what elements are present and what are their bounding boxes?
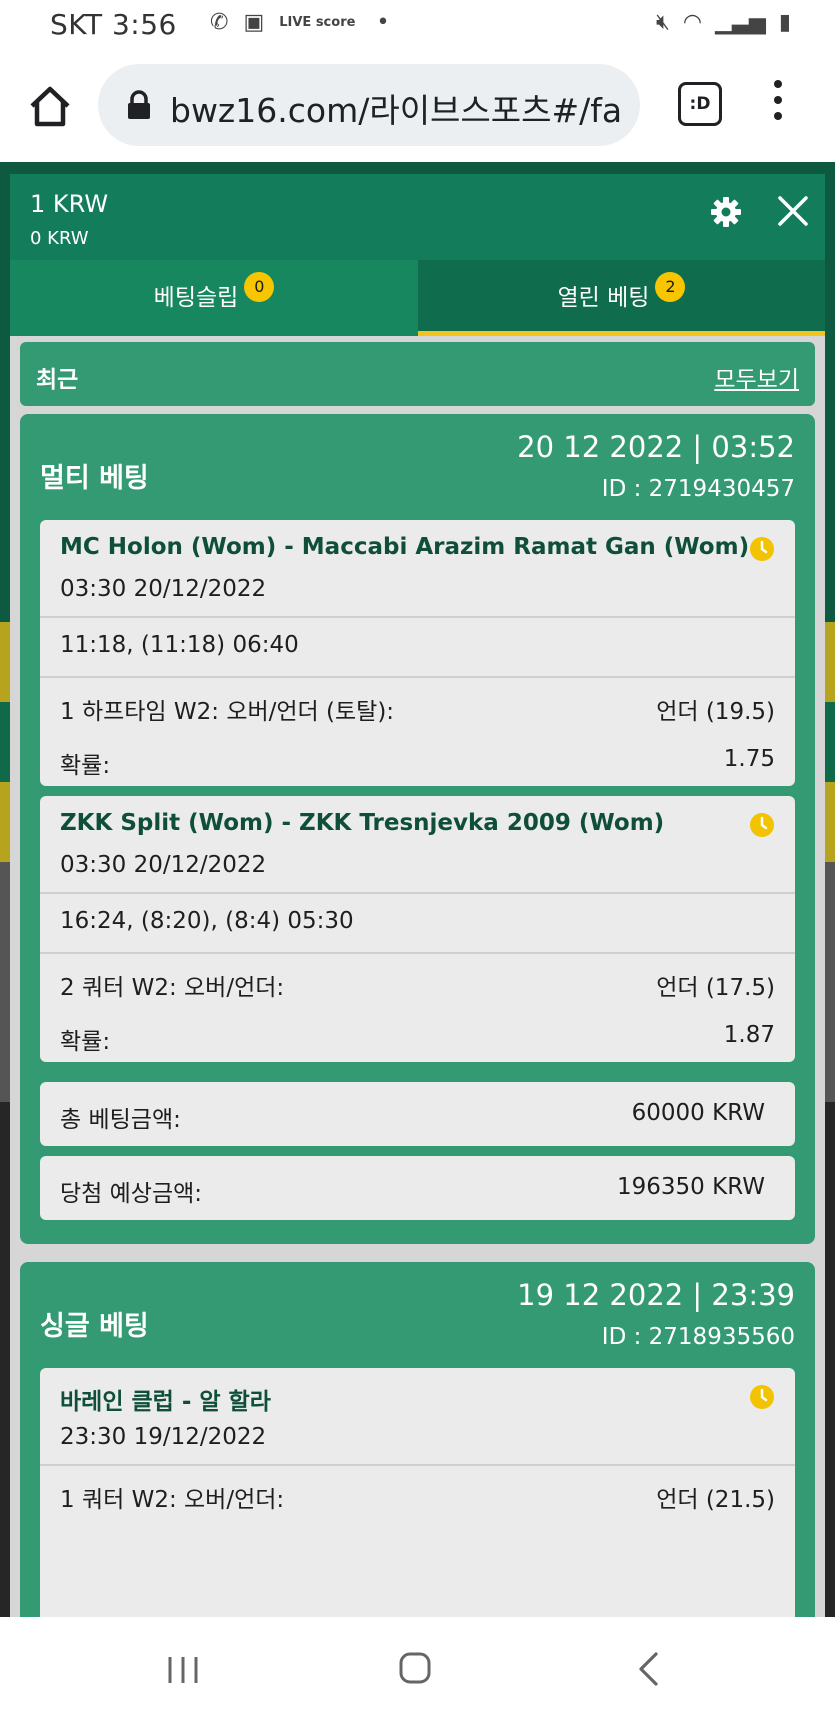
tab-open-bets[interactable]: 열린 베팅 2 [418, 260, 825, 336]
tab-betslip[interactable]: 베팅슬립 0 [10, 260, 418, 336]
tab-label: 열린 베팅 [557, 285, 650, 311]
event-time: 23:30 19/12/2022 [60, 1424, 267, 1450]
address-bar[interactable]: bwz16.com/라이브스포츠#/fa [98, 64, 640, 146]
event-card: 바레인 클럽 - 알 할라 23:30 19/12/2022 1 쿼터 W2: … [40, 1368, 795, 1617]
gear-icon[interactable] [710, 196, 742, 228]
bet-card: 싱글 베팅 19 12 2022 | 23:39 ID : 2718935560… [20, 1262, 815, 1617]
balance-main: 1 KRW [30, 190, 109, 218]
divider [40, 676, 795, 678]
total-stake-row: 총 베팅금액: 60000 KRW [40, 1082, 795, 1146]
clock-icon [750, 537, 774, 561]
browser-toolbar: bwz16.com/라이브스포츠#/fa :D [0, 52, 835, 162]
odds-label: 확률: [60, 753, 111, 779]
event-title: 바레인 클럽 - 알 할라 [60, 1389, 271, 1415]
view-all-link[interactable]: 모두보기 [714, 360, 799, 394]
more-menu-icon[interactable] [768, 80, 788, 130]
event-score: 11:18, (11:18) 06:40 [60, 632, 299, 658]
event-time: 03:30 20/12/2022 [60, 576, 267, 602]
bet-tabs: 베팅슬립 0 열린 베팅 2 [10, 260, 825, 336]
home-nav-icon[interactable] [398, 1651, 432, 1685]
tab-label: 베팅슬립 [153, 285, 239, 311]
close-icon[interactable] [776, 194, 810, 228]
divider [40, 952, 795, 954]
event-time: 03:30 20/12/2022 [60, 852, 267, 878]
vibrate-icon: ✆ [210, 10, 229, 35]
event-score: 16:24, (8:20), (8:4) 05:30 [60, 908, 354, 934]
page-viewport: 1 KRW 0 KRW 베팅슬립 0 열린 베팅 2 최근 모두보기 멀티 베팅… [0, 162, 835, 1617]
market-label: 1 하프타임 W2: 오버/언더 (토탈): [60, 699, 395, 725]
url-text[interactable]: bwz16.com/라이브스포츠#/fa [170, 84, 630, 132]
divider [40, 1464, 795, 1466]
bet-id: ID : 2719430457 [601, 476, 795, 502]
recent-label: 최근 [36, 367, 79, 393]
event-title: MC Holon (Wom) - Maccabi Arazim Ramat Ga… [60, 534, 750, 560]
potential-payout-label: 당첨 예상금액: [60, 1181, 203, 1207]
count-badge: 0 [244, 272, 275, 302]
status-bar: SKT 3:56 ✆ ▣ LIVE score • 🔇︎ ◠ ▁▃▅ ▮ [0, 0, 835, 52]
status-time: SKT 3:56 [50, 8, 177, 41]
bet-datetime: 20 12 2022 | 03:52 [517, 430, 795, 464]
event-title: ZKK Split (Wom) - ZKK Tresnjevka 2009 (W… [60, 810, 665, 836]
count-badge: 2 [655, 272, 686, 302]
clock-icon [750, 1385, 774, 1409]
market-label: 2 쿼터 W2: 오버/언더: [60, 975, 285, 1001]
potential-payout-value: 196350 KRW [617, 1174, 765, 1200]
potential-payout-row: 당첨 예상금액: 196350 KRW [40, 1156, 795, 1220]
recent-apps-icon[interactable] [166, 1655, 200, 1685]
bet-id: ID : 2718935560 [601, 1324, 795, 1350]
panel-header: 1 KRW 0 KRW [10, 174, 825, 260]
market-pick: 언더 (17.5) [656, 975, 775, 1001]
odds-value: 1.75 [723, 746, 775, 772]
home-icon[interactable] [26, 82, 74, 130]
signal-icon: ▁▃▅ [715, 10, 766, 35]
clock-icon [750, 813, 774, 837]
bet-type: 멀티 베팅 [40, 463, 149, 494]
lock-icon [128, 90, 150, 119]
recent-header: 최근 모두보기 [20, 342, 815, 406]
bet-datetime: 19 12 2022 | 23:39 [517, 1278, 795, 1312]
dot-icon: • [376, 10, 390, 35]
bet-panel: 1 KRW 0 KRW 베팅슬립 0 열린 베팅 2 최근 모두보기 멀티 베팅… [10, 174, 825, 1617]
bet-type: 싱글 베팅 [40, 1311, 149, 1342]
back-icon[interactable] [636, 1651, 660, 1687]
total-stake-value: 60000 KRW [631, 1100, 765, 1126]
status-icons-right: 🔇︎ ◠ ▁▃▅ ▮ [656, 10, 791, 35]
wifi-icon: ◠ [682, 10, 703, 35]
status-icons-left: ✆ ▣ LIVE score • [210, 10, 389, 35]
market-label: 1 쿼터 W2: 오버/언더: [60, 1487, 285, 1513]
odds-label: 확률: [60, 1029, 111, 1055]
odds-value: 1.87 [723, 1022, 775, 1048]
market-pick: 언더 (19.5) [656, 699, 775, 725]
balance-sub: 0 KRW [30, 228, 89, 249]
bet-card: 멀티 베팅 20 12 2022 | 03:52 ID : 2719430457… [20, 414, 815, 1244]
live-score-icon: LIVE score [279, 15, 356, 30]
total-stake-label: 총 베팅금액: [60, 1107, 181, 1133]
event-card: ZKK Split (Wom) - ZKK Tresnjevka 2009 (W… [40, 796, 795, 1062]
image-icon: ▣ [243, 10, 265, 35]
event-card: MC Holon (Wom) - Maccabi Arazim Ramat Ga… [40, 520, 795, 786]
system-nav-bar [0, 1617, 835, 1717]
tab-switcher-button[interactable]: :D [678, 82, 722, 126]
mute-icon: 🔇︎ [656, 10, 670, 35]
battery-icon: ▮ [778, 10, 791, 35]
divider [40, 892, 795, 894]
market-pick: 언더 (21.5) [656, 1487, 775, 1513]
divider [40, 616, 795, 618]
